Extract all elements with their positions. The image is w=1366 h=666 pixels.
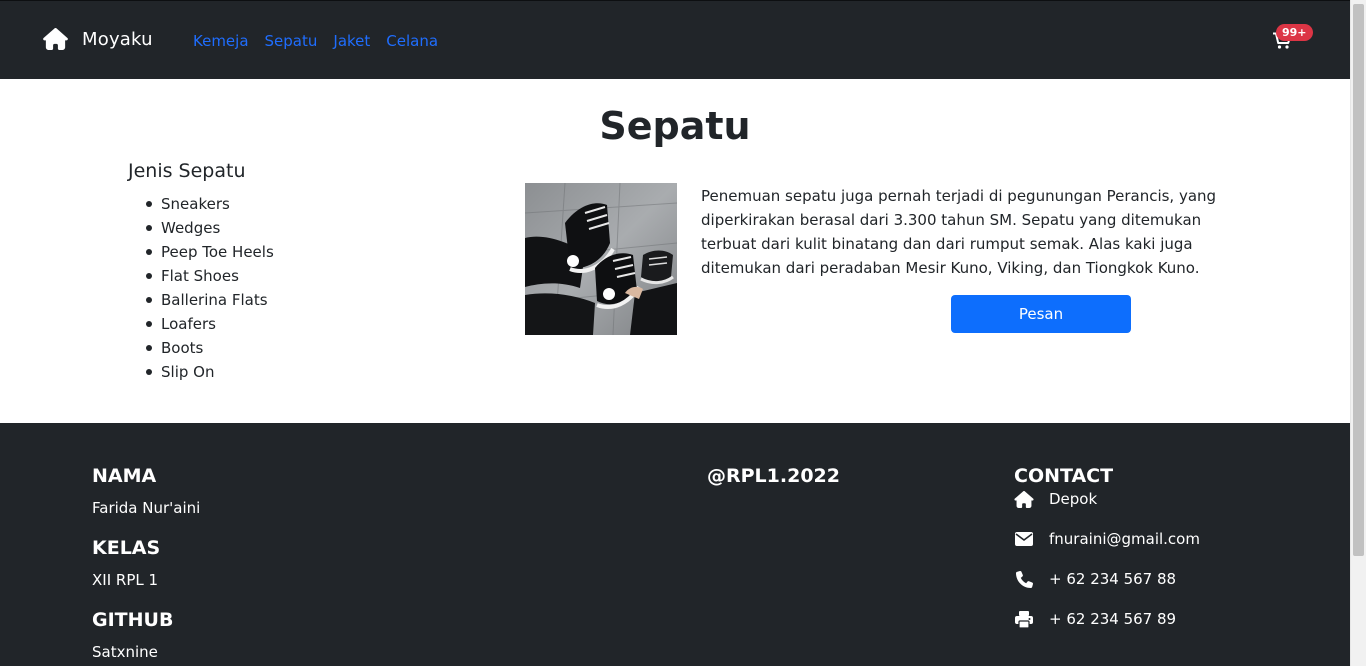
nav-links: Kemeja Sepatu Jaket Celana	[193, 32, 438, 50]
contact-fax-text: + 62 234 567 89	[1049, 610, 1177, 628]
list-item: Loafers	[146, 312, 274, 336]
page-scrollbar[interactable]	[1350, 0, 1366, 666]
shoe-image	[525, 183, 677, 335]
contact-phone-text: + 62 234 567 88	[1049, 570, 1177, 588]
navbar: Moyaku Kemeja Sepatu Jaket Celana 99+	[0, 0, 1350, 79]
nav-link-celana[interactable]: Celana	[386, 32, 438, 50]
list-item: Flat Shoes	[146, 264, 274, 288]
product-description: Penemuan sepatu juga pernah terjadi di p…	[701, 187, 1217, 277]
footer-name-value: Farida Nur'aini	[92, 499, 201, 517]
types-list: Sneakers Wedges Peep Toe Heels Flat Shoe…	[146, 192, 274, 384]
fax-icon	[1014, 610, 1034, 628]
contact-email: fnuraini@gmail.com	[1014, 530, 1200, 548]
contact-email-text[interactable]: fnuraini@gmail.com	[1049, 530, 1200, 548]
footer-github-heading: GITHUB	[92, 609, 174, 631]
contact-location-text: Depok	[1049, 490, 1098, 508]
nav-link-jaket[interactable]: Jaket	[333, 32, 370, 50]
footer-name-heading: NAMA	[92, 465, 157, 487]
contact-location: Depok	[1014, 490, 1097, 508]
brand-name: Moyaku	[82, 28, 153, 50]
order-button[interactable]: Pesan	[951, 295, 1131, 333]
list-item: Ballerina Flats	[146, 288, 274, 312]
nav-link-sepatu[interactable]: Sepatu	[265, 32, 318, 50]
brand-link[interactable]: Moyaku	[43, 28, 153, 50]
home-icon	[43, 28, 68, 50]
nav-link-kemeja[interactable]: Kemeja	[193, 32, 249, 50]
list-item: Slip On	[146, 360, 274, 384]
footer-handle: @RPL1.2022	[707, 465, 840, 487]
scrollbar-thumb[interactable]	[1353, 4, 1364, 556]
footer-contact-heading: CONTACT	[1014, 465, 1114, 487]
list-item: Peep Toe Heels	[146, 240, 274, 264]
contact-phone: + 62 234 567 88	[1014, 570, 1176, 588]
cart-badge: 99+	[1276, 24, 1313, 41]
footer-class-value: XII RPL 1	[92, 571, 159, 589]
footer: NAMA Farida Nur'aini KELAS XII RPL 1 GIT…	[0, 423, 1350, 666]
types-heading: Jenis Sepatu	[128, 160, 246, 182]
list-item: Boots	[146, 336, 274, 360]
page-title: Sepatu	[599, 104, 751, 148]
location-home-icon	[1014, 490, 1034, 508]
list-item: Sneakers	[146, 192, 274, 216]
phone-icon	[1014, 570, 1034, 588]
footer-class-heading: KELAS	[92, 537, 161, 559]
list-item: Wedges	[146, 216, 274, 240]
footer-github-value: Satxnine	[92, 643, 158, 661]
contact-fax: + 62 234 567 89	[1014, 610, 1176, 628]
email-icon	[1014, 530, 1034, 548]
